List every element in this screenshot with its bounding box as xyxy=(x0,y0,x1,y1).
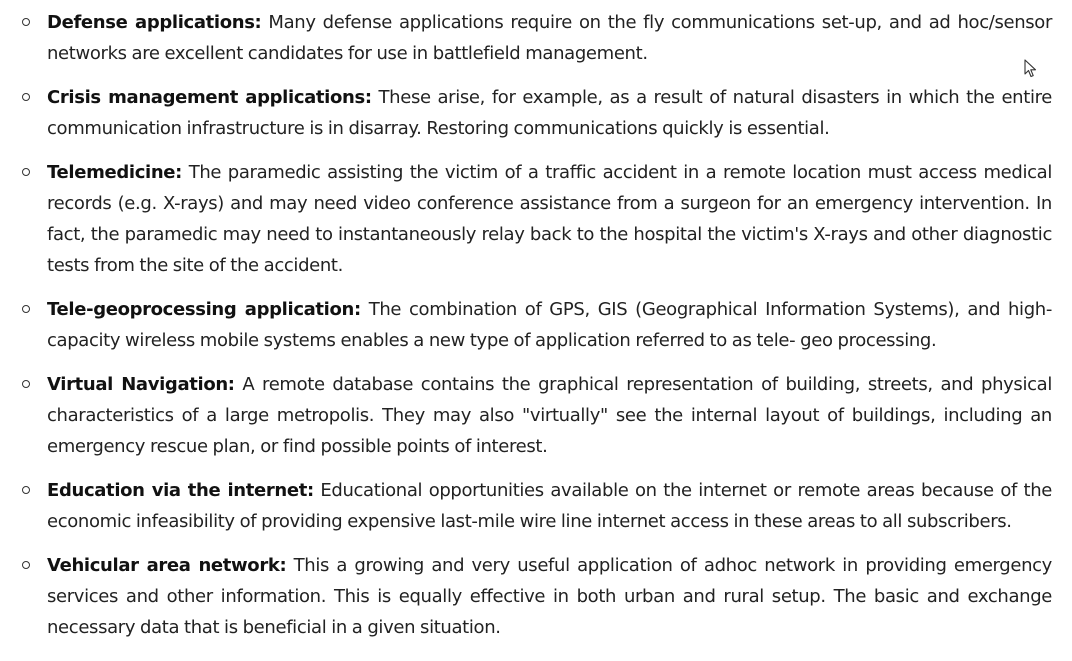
list-item-education: Education via the internet: Educational … xyxy=(22,475,1052,537)
item-term: Vehicular area network: xyxy=(47,555,287,576)
item-term: Education via the internet: xyxy=(47,480,314,501)
item-term: Telemedicine: xyxy=(47,162,183,183)
bullet-icon xyxy=(22,486,30,494)
item-term: Virtual Navigation: xyxy=(47,374,235,395)
application-list: Defense applications: Many defense appli… xyxy=(22,7,1052,656)
bullet-icon xyxy=(22,93,30,101)
bullet-icon xyxy=(22,561,30,569)
list-item-defense: Defense applications: Many defense appli… xyxy=(22,7,1052,69)
list-item-crisis: Crisis management applications: These ar… xyxy=(22,82,1052,144)
bullet-icon xyxy=(22,380,30,388)
item-term: Tele-geoprocessing application: xyxy=(47,299,361,320)
item-text: The paramedic assisting the victim of a … xyxy=(47,162,1052,276)
item-term: Crisis management applications: xyxy=(47,87,372,108)
list-item-vehicular: Vehicular area network: This a growing a… xyxy=(22,550,1052,643)
list-item-virtual-navigation: Virtual Navigation: A remote database co… xyxy=(22,369,1052,462)
list-item-telemedicine: Telemedicine: The paramedic assisting th… xyxy=(22,157,1052,281)
item-term: Defense applications: xyxy=(47,12,262,33)
list-item-tele-geoprocessing: Tele-geoprocessing application: The comb… xyxy=(22,294,1052,356)
bullet-icon xyxy=(22,18,30,26)
bullet-icon xyxy=(22,168,30,176)
mouse-pointer-icon xyxy=(1024,59,1037,78)
bullet-icon xyxy=(22,305,30,313)
